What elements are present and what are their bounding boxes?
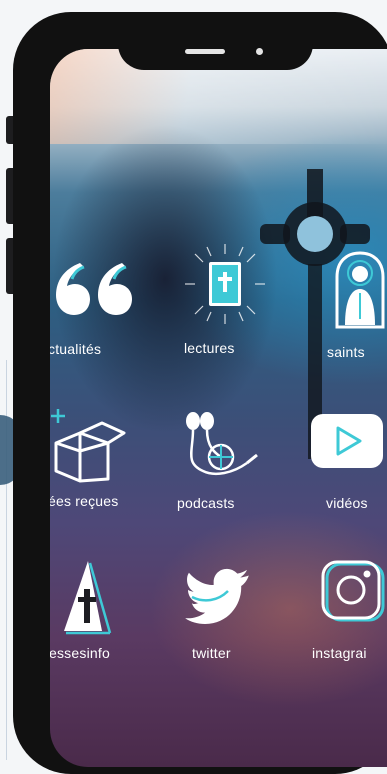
app-label: lectures [184,340,235,356]
saint-icon [335,251,385,329]
app-lectures[interactable]: lectures [170,244,280,364]
notch [118,24,313,70]
app-podcasts[interactable]: podcasts [175,411,285,521]
twitter-icon [185,568,249,624]
speaker-grille [185,49,225,54]
app-label: twitter [192,645,231,661]
earphones-icon [186,412,258,475]
app-label: instagrai [312,645,367,661]
app-label: essesinfo [50,645,110,661]
instagram-icon [321,560,385,622]
app-instagram[interactable]: instagrai [312,559,387,669]
bible-icon [185,244,265,324]
app-label: vidéos [326,495,368,511]
quote-icon [56,263,132,315]
app-label: ées reçues [50,493,119,509]
front-camera [256,48,263,55]
app-saints[interactable]: saints [315,249,387,369]
app-label: ctualités [50,341,102,357]
home-screen: ctualités lectures saints ées reçues pod… [50,49,387,767]
app-messesinfo[interactable]: essesinfo [50,559,150,669]
app-actualites[interactable]: ctualités [50,259,150,359]
app-twitter[interactable]: twitter [178,559,278,669]
app-label: saints [327,344,365,360]
phone-frame: ctualités lectures saints ées reçues pod… [13,12,387,774]
app-idees-recues[interactable]: ées reçues [50,409,160,519]
app-label: podcasts [177,495,235,511]
play-icon [311,414,383,468]
church-icon [64,561,112,635]
app-videos[interactable]: vidéos [308,411,387,521]
box-icon [51,409,126,483]
